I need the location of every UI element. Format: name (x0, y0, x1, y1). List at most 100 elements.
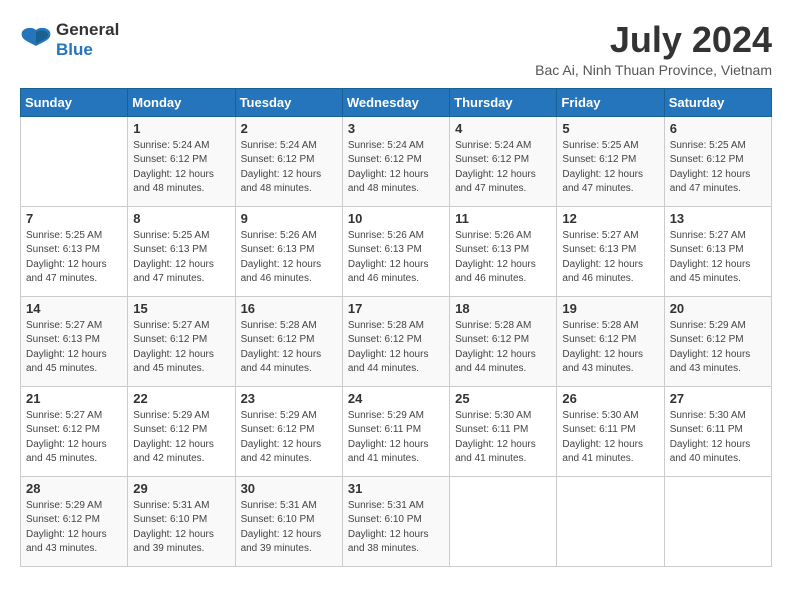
calendar-cell: 28Sunrise: 5:29 AM Sunset: 6:12 PM Dayli… (21, 476, 128, 566)
day-info: Sunrise: 5:24 AM Sunset: 6:12 PM Dayligh… (133, 139, 229, 197)
calendar-cell: 11 Sunrise: 5:26 AM Sunset: 6:13 PM Dayli… (450, 206, 557, 296)
day-number: 16 (241, 301, 337, 316)
day-number: 27 (670, 391, 766, 406)
day-number: 23 (241, 391, 337, 406)
calendar-cell: 29 Sunrise: 5:31 AM Sunset: 6:10 PM Dayli… (128, 476, 235, 566)
day-number: 15 (133, 301, 229, 316)
day-info: Sunrise: 5:24 AM Sunset: 6:12 PM Dayligh… (241, 139, 337, 197)
column-header-tuesday: Tuesday (235, 88, 342, 116)
calendar-cell: 30Sunrise: 5:31 AM Sunset: 6:10 PM Dayli… (235, 476, 342, 566)
day-info: Sunrise: 5:28 AM Sunset: 6:12 PM Dayligh… (562, 319, 658, 377)
calendar-week-5: 28Sunrise: 5:29 AM Sunset: 6:12 PM Dayli… (21, 476, 772, 566)
day-number: 8 (133, 211, 229, 226)
calendar-cell: 7 Sunrise: 5:25 AM Sunset: 6:13 PM Daylig… (21, 206, 128, 296)
calendar-cell: 14 Sunrise: 5:27 AM Sunset: 6:13 PM Dayli… (21, 296, 128, 386)
calendar-cell (450, 476, 557, 566)
day-number: 6 (670, 121, 766, 136)
day-info: Sunrise: 5:31 AM Sunset: 6:10 PM Dayligh… (348, 499, 444, 557)
calendar-cell (557, 476, 664, 566)
month-year: July 2024 (535, 20, 772, 60)
day-info: Sunrise: 5:27 AM Sunset: 6:13 PM Dayligh… (26, 319, 122, 377)
calendar-cell: 1 Sunrise: 5:24 AM Sunset: 6:12 PM Daylig… (128, 116, 235, 206)
day-info: Sunrise: 5:27 AM Sunset: 6:12 PM Dayligh… (26, 409, 122, 467)
day-info: Sunrise: 5:25 AM Sunset: 6:13 PM Dayligh… (26, 229, 122, 287)
day-info: Sunrise: 5:29 AM Sunset: 6:11 PM Dayligh… (348, 409, 444, 467)
day-number: 10 (348, 211, 444, 226)
title-block: July 2024 Bac Ai, Ninh Thuan Province, V… (535, 20, 772, 78)
column-header-wednesday: Wednesday (342, 88, 449, 116)
day-number: 19 (562, 301, 658, 316)
day-number: 4 (455, 121, 551, 136)
day-info: Sunrise: 5:31 AM Sunset: 6:10 PM Dayligh… (241, 499, 337, 557)
day-info: Sunrise: 5:24 AM Sunset: 6:12 PM Dayligh… (348, 139, 444, 197)
day-info: Sunrise: 5:29 AM Sunset: 6:12 PM Dayligh… (133, 409, 229, 467)
calendar-cell: 24 Sunrise: 5:29 AM Sunset: 6:11 PM Dayli… (342, 386, 449, 476)
calendar-cell: 17 Sunrise: 5:28 AM Sunset: 6:12 PM Dayli… (342, 296, 449, 386)
day-info: Sunrise: 5:28 AM Sunset: 6:12 PM Dayligh… (455, 319, 551, 377)
day-number: 2 (241, 121, 337, 136)
day-info: Sunrise: 5:25 AM Sunset: 6:13 PM Dayligh… (133, 229, 229, 287)
column-header-monday: Monday (128, 88, 235, 116)
day-info: Sunrise: 5:27 AM Sunset: 6:13 PM Dayligh… (670, 229, 766, 287)
day-number: 7 (26, 211, 122, 226)
day-info: Sunrise: 5:29 AM Sunset: 6:12 PM Dayligh… (241, 409, 337, 467)
day-number: 25 (455, 391, 551, 406)
calendar-cell: 16 Sunrise: 5:28 AM Sunset: 6:12 PM Dayli… (235, 296, 342, 386)
calendar-cell (664, 476, 771, 566)
day-info: Sunrise: 5:27 AM Sunset: 6:13 PM Dayligh… (562, 229, 658, 287)
day-info: Sunrise: 5:24 AM Sunset: 6:12 PM Dayligh… (455, 139, 551, 197)
day-number: 17 (348, 301, 444, 316)
calendar-cell: 18 Sunrise: 5:28 AM Sunset: 6:12 PM Dayli… (450, 296, 557, 386)
day-info: Sunrise: 5:31 AM Sunset: 6:10 PM Dayligh… (133, 499, 229, 557)
calendar-week-2: 7 Sunrise: 5:25 AM Sunset: 6:13 PM Daylig… (21, 206, 772, 296)
calendar-cell: 10 Sunrise: 5:26 AM Sunset: 6:13 PM Dayli… (342, 206, 449, 296)
day-info: Sunrise: 5:28 AM Sunset: 6:12 PM Dayligh… (348, 319, 444, 377)
day-info: Sunrise: 5:26 AM Sunset: 6:13 PM Dayligh… (241, 229, 337, 287)
day-number: 12 (562, 211, 658, 226)
day-number: 13 (670, 211, 766, 226)
day-number: 31 (348, 481, 444, 496)
day-number: 21 (26, 391, 122, 406)
column-header-thursday: Thursday (450, 88, 557, 116)
day-number: 20 (670, 301, 766, 316)
column-header-sunday: Sunday (21, 88, 128, 116)
calendar-cell: 27 Sunrise: 5:30 AM Sunset: 6:11 PM Dayli… (664, 386, 771, 476)
day-number: 29 (133, 481, 229, 496)
calendar-cell: 13 Sunrise: 5:27 AM Sunset: 6:13 PM Dayli… (664, 206, 771, 296)
calendar-cell: 5 Sunrise: 5:25 AM Sunset: 6:12 PM Daylig… (557, 116, 664, 206)
day-number: 18 (455, 301, 551, 316)
day-number: 5 (562, 121, 658, 136)
calendar-cell (21, 116, 128, 206)
day-number: 24 (348, 391, 444, 406)
day-info: Sunrise: 5:30 AM Sunset: 6:11 PM Dayligh… (455, 409, 551, 467)
day-info: Sunrise: 5:25 AM Sunset: 6:12 PM Dayligh… (670, 139, 766, 197)
day-info: Sunrise: 5:25 AM Sunset: 6:12 PM Dayligh… (562, 139, 658, 197)
location: Bac Ai, Ninh Thuan Province, Vietnam (535, 62, 772, 78)
day-number: 26 (562, 391, 658, 406)
calendar-cell: 15Sunrise: 5:27 AM Sunset: 6:12 PM Dayli… (128, 296, 235, 386)
calendar-cell: 12 Sunrise: 5:27 AM Sunset: 6:13 PM Dayli… (557, 206, 664, 296)
day-number: 9 (241, 211, 337, 226)
day-number: 28 (26, 481, 122, 496)
day-number: 1 (133, 121, 229, 136)
calendar-header-row: SundayMondayTuesdayWednesdayThursdayFrid… (21, 88, 772, 116)
day-number: 3 (348, 121, 444, 136)
day-info: Sunrise: 5:26 AM Sunset: 6:13 PM Dayligh… (348, 229, 444, 287)
logo: General Blue (20, 20, 119, 60)
logo-text: General Blue (56, 20, 119, 60)
day-number: 14 (26, 301, 122, 316)
calendar-week-4: 21 Sunrise: 5:27 AM Sunset: 6:12 PM Dayli… (21, 386, 772, 476)
calendar-week-3: 14 Sunrise: 5:27 AM Sunset: 6:13 PM Dayli… (21, 296, 772, 386)
day-info: Sunrise: 5:28 AM Sunset: 6:12 PM Dayligh… (241, 319, 337, 377)
calendar-cell: 4 Sunrise: 5:24 AM Sunset: 6:12 PM Daylig… (450, 116, 557, 206)
calendar-week-1: 1 Sunrise: 5:24 AM Sunset: 6:12 PM Daylig… (21, 116, 772, 206)
day-info: Sunrise: 5:30 AM Sunset: 6:11 PM Dayligh… (670, 409, 766, 467)
calendar-cell: 31 Sunrise: 5:31 AM Sunset: 6:10 PM Dayli… (342, 476, 449, 566)
day-info: Sunrise: 5:26 AM Sunset: 6:13 PM Dayligh… (455, 229, 551, 287)
day-number: 11 (455, 211, 551, 226)
column-header-saturday: Saturday (664, 88, 771, 116)
column-header-friday: Friday (557, 88, 664, 116)
calendar-cell: 21 Sunrise: 5:27 AM Sunset: 6:12 PM Dayli… (21, 386, 128, 476)
calendar-cell: 3 Sunrise: 5:24 AM Sunset: 6:12 PM Daylig… (342, 116, 449, 206)
calendar-cell: 19 Sunrise: 5:28 AM Sunset: 6:12 PM Dayli… (557, 296, 664, 386)
